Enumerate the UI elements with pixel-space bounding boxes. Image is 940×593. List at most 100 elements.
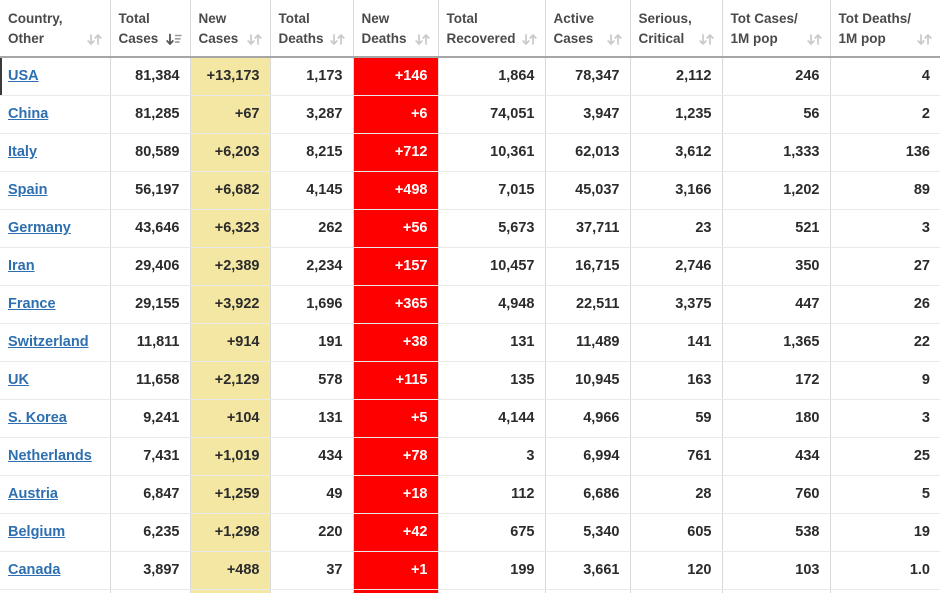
country-link[interactable]: China (8, 106, 48, 122)
serious_critical-cell: 141 (630, 323, 723, 362)
table-row: Italy 80,589 +6,203 8,215 +712 10,361 62,013 3,… (0, 133, 940, 172)
active_cases-cell: 11,489 (545, 323, 631, 362)
country-link[interactable]: Belgium (8, 524, 65, 540)
column-header-total_deaths[interactable]: Total Deaths (270, 0, 354, 58)
total_recovered-cell: 3 (438, 437, 546, 476)
column-header-total_recovered[interactable]: Total Recovered (438, 0, 546, 58)
new_deaths-cell: +365 (353, 285, 439, 324)
header-label-line2: Deaths (278, 31, 324, 46)
header-label: Active Cases (546, 5, 630, 51)
country-link[interactable]: France (8, 296, 56, 312)
total_recovered-cell: 199 (438, 551, 546, 590)
total_recovered-cell: 10,361 (438, 133, 546, 172)
header-label: Country, Other (0, 5, 110, 51)
new_deaths-cell: +6 (353, 95, 439, 134)
total_deaths-cell: 434 (270, 437, 354, 476)
header-label: Tot Cases/1M pop (723, 5, 830, 51)
first-row-left-border (0, 58, 2, 95)
country-cell: China (0, 95, 111, 134)
country-cell: Spain (0, 171, 111, 210)
serious_critical-cell: 761 (630, 437, 723, 476)
new_cases-cell: +2,389 (190, 247, 271, 286)
cases_per_1m-cell: 246 (722, 57, 831, 96)
cases_per_1m-cell: 180 (722, 399, 831, 438)
column-header-total_cases[interactable]: Total Cases (110, 0, 191, 58)
active_cases-cell: 62,013 (545, 133, 631, 172)
column-header-country[interactable]: Country, Other (0, 0, 111, 58)
country-link[interactable]: Canada (8, 562, 60, 578)
total_deaths-cell: 4,145 (270, 171, 354, 210)
country-link[interactable]: Switzerland (8, 334, 89, 350)
country-link[interactable]: Netherlands (8, 448, 92, 464)
active_cases-cell: 37,711 (545, 209, 631, 248)
country-link[interactable]: Austria (8, 486, 58, 502)
column-header-active_cases[interactable]: Active Cases (545, 0, 631, 58)
header-label: Serious, Critical (631, 5, 722, 51)
country-link[interactable]: Germany (8, 220, 71, 236)
table-row: France 29,155 +3,922 1,696 +365 4,948 22,511 3,… (0, 285, 940, 324)
country-link[interactable]: Iran (8, 258, 35, 274)
total_deaths-cell: 1,696 (270, 285, 354, 324)
total_recovered-cell: 112 (438, 475, 546, 514)
header-label: New Deaths (354, 5, 438, 51)
cases_per_1m-cell: 1,365 (722, 323, 831, 362)
country-cell: Germany (0, 209, 111, 248)
column-header-cases_per_1m[interactable]: Tot Cases/1M pop (722, 0, 831, 58)
active_cases-cell: 4,966 (545, 399, 631, 438)
country-link[interactable]: UK (8, 372, 29, 388)
total_recovered-cell: 10,457 (438, 247, 546, 286)
new_cases-cell: +67 (190, 95, 271, 134)
serious_critical-cell: 3,166 (630, 171, 723, 210)
country-link[interactable]: Spain (8, 182, 47, 198)
new_cases-cell: +6,682 (190, 171, 271, 210)
total_deaths-cell: 1,173 (270, 57, 354, 96)
serious_critical-cell (630, 589, 723, 593)
active_cases-cell: 16,715 (545, 247, 631, 286)
total_cases-cell: 11,658 (110, 361, 191, 400)
new_deaths-cell: +78 (353, 437, 439, 476)
deaths_per_1m-cell: 3 (830, 399, 940, 438)
serious_critical-cell: 3,612 (630, 133, 723, 172)
total_deaths-cell: 3,287 (270, 95, 354, 134)
total_cases-cell: 81,285 (110, 95, 191, 134)
total_cases-cell: 29,406 (110, 247, 191, 286)
new_deaths-cell: +115 (353, 361, 439, 400)
country-link[interactable]: USA (8, 68, 39, 84)
table-body: USA 81,384 +13,173 1,173 +146 1,864 78,347 2,11… (0, 57, 940, 593)
column-header-new_deaths[interactable]: New Deaths (353, 0, 439, 58)
country-cell: S. Korea (0, 399, 111, 438)
header-label-line1: New (361, 11, 390, 26)
table-row: Spain 56,197 +6,682 4,145 +498 7,015 45,037 3,1… (0, 171, 940, 210)
country-link[interactable]: S. Korea (8, 410, 67, 426)
new_deaths-cell: +56 (353, 209, 439, 248)
deaths_per_1m-cell: 26 (830, 285, 940, 324)
total_cases-cell: 80,589 (110, 133, 191, 172)
table-row: Netherlands 7,431 +1,019 434 +78 3 6,994 761 434… (0, 437, 940, 476)
header-label: Tot Deaths/1M pop (831, 5, 940, 51)
cases_per_1m-cell: 434 (722, 437, 831, 476)
header-label-line1: Tot Cases/ (730, 11, 798, 26)
country-cell: Iran (0, 247, 111, 286)
serious_critical-cell: 120 (630, 551, 723, 590)
column-header-serious_critical[interactable]: Serious, Critical (630, 0, 723, 58)
header-label-line2: Cases (198, 31, 239, 46)
total_deaths-cell (270, 589, 354, 593)
new_cases-cell: +6,203 (190, 133, 271, 172)
header-label-line2: Critical (638, 31, 685, 46)
new_cases-cell: +1,259 (190, 475, 271, 514)
country-cell: Canada (0, 551, 111, 590)
active_cases-cell: 10,945 (545, 361, 631, 400)
deaths_per_1m-cell: 27 (830, 247, 940, 286)
country-link[interactable]: Italy (8, 144, 37, 160)
active_cases-cell: 6,686 (545, 475, 631, 514)
new_deaths-cell: +18 (353, 475, 439, 514)
column-header-deaths_per_1m[interactable]: Tot Deaths/1M pop (830, 0, 940, 58)
column-header-new_cases[interactable]: New Cases (190, 0, 271, 58)
header-label: Total Cases (111, 5, 190, 51)
sort-both-icon (521, 33, 537, 46)
country-cell: UK (0, 361, 111, 400)
total_recovered-cell: 74,051 (438, 95, 546, 134)
total_recovered-cell: 131 (438, 323, 546, 362)
table-header: Country, Other Total Cases New Cases Total Deat… (0, 0, 940, 58)
total_cases-cell: 81,384 (110, 57, 191, 96)
